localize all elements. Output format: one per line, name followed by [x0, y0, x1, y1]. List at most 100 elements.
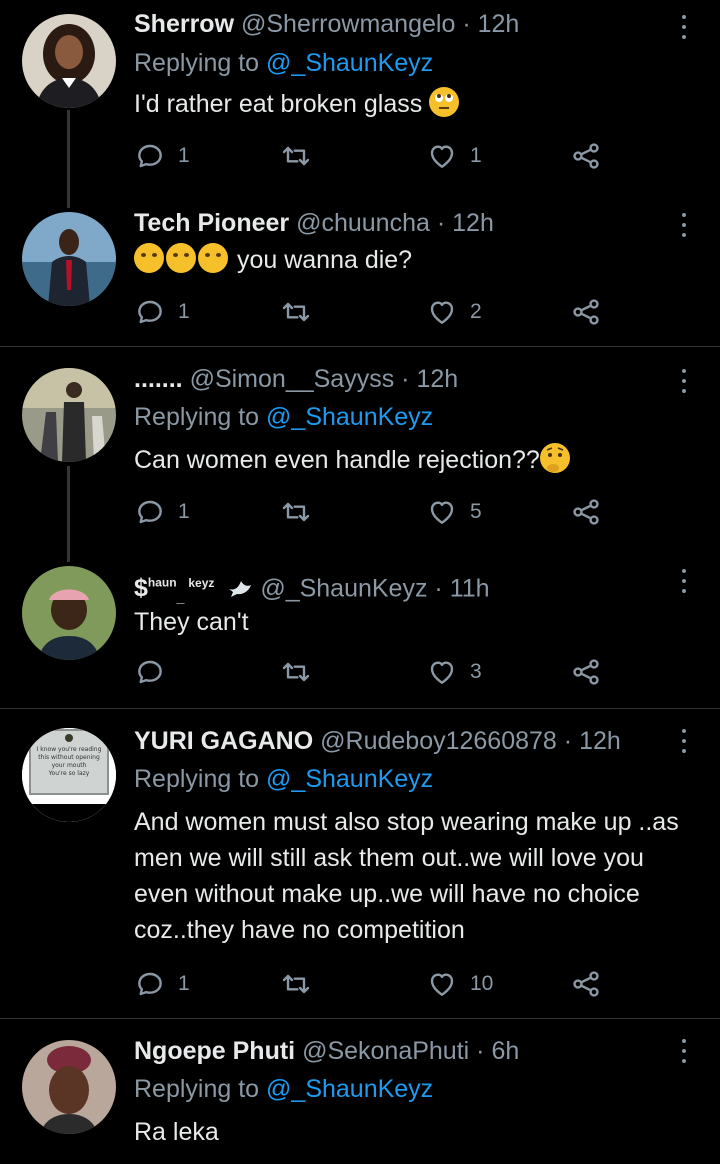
user-handle[interactable]: @chuuncha — [296, 209, 430, 237]
more-options-icon[interactable] — [670, 566, 698, 596]
like-icon — [426, 296, 458, 328]
share-button[interactable] — [570, 296, 602, 328]
tweet-text: you wanna die? — [134, 242, 704, 278]
tweet-separator — [0, 1018, 720, 1019]
mention-link[interactable]: @_ShaunKeyz — [266, 403, 433, 431]
reply-button[interactable]: 1 — [134, 296, 190, 328]
reply-button[interactable]: 1 — [134, 496, 190, 528]
more-options-icon[interactable] — [670, 726, 698, 756]
thinking-face-emoji — [539, 443, 570, 473]
more-options-icon[interactable] — [670, 12, 698, 42]
reply-button[interactable]: 1 — [134, 140, 190, 172]
like-icon — [426, 968, 458, 1000]
reply-count: 1 — [178, 144, 190, 167]
like-icon — [426, 496, 458, 528]
more-options-icon[interactable] — [670, 1036, 698, 1066]
display-name[interactable]: ....... — [134, 365, 183, 393]
display-name[interactable]: Ngoepe Phuti — [134, 1037, 295, 1065]
like-button[interactable]: 10 — [426, 968, 493, 1000]
like-count: 5 — [470, 500, 482, 523]
like-count: 10 — [470, 972, 494, 995]
tweet-actions: 1 5 — [134, 496, 614, 528]
share-button[interactable] — [570, 968, 602, 1000]
display-name[interactable]: $haun_keyz — [134, 574, 260, 605]
replying-to: Replying to @_ShaunKeyz — [134, 49, 434, 77]
more-options-icon[interactable] — [670, 210, 698, 240]
retweet-button[interactable] — [280, 496, 324, 528]
like-button[interactable]: 1 — [426, 140, 482, 172]
tweet-text: Can women even handle rejection?? — [134, 442, 704, 478]
timestamp[interactable]: 6h — [491, 1037, 519, 1065]
dove-emoji — [227, 575, 253, 599]
tweet-text: Ra leka — [134, 1118, 219, 1146]
reply-icon — [134, 140, 166, 172]
tweet-actions: 1 10 — [134, 968, 614, 1000]
timestamp[interactable]: 12h — [452, 209, 494, 237]
tweet-text: They can't — [134, 608, 249, 636]
avatar-sign-text: I know you're reading this without openi… — [36, 746, 102, 777]
avatar[interactable] — [22, 1040, 116, 1134]
reply-count: 1 — [178, 500, 190, 523]
tweet-text: And women must also stop wearing make up… — [134, 808, 679, 944]
reply-icon — [134, 496, 166, 528]
tweet-actions: 1 2 — [134, 296, 614, 328]
reply-icon — [134, 656, 166, 688]
share-icon — [570, 496, 602, 528]
timestamp[interactable]: 12h — [579, 727, 621, 755]
display-name[interactable]: YURI GAGANO — [134, 727, 313, 755]
user-handle[interactable]: @Simon__Sayyss — [190, 365, 395, 393]
reply-icon — [134, 296, 166, 328]
retweet-button[interactable] — [280, 968, 324, 1000]
user-handle[interactable]: @Sherrowmangelo — [241, 10, 455, 38]
like-button[interactable]: 5 — [426, 496, 482, 528]
thread-connector-line — [67, 466, 70, 562]
more-options-icon[interactable] — [670, 366, 698, 396]
like-count: 2 — [470, 300, 482, 323]
reply-icon — [134, 968, 166, 1000]
user-handle[interactable]: @SekonaPhuti — [302, 1037, 469, 1065]
replying-to: Replying to @_ShaunKeyz — [134, 403, 434, 431]
tweet-header: Sherrow @Sherrowmangelo · 12h — [134, 10, 520, 38]
tweet-header: Tech Pioneer @chuuncha · 12h — [134, 209, 494, 237]
retweet-button[interactable] — [280, 296, 324, 328]
avatar[interactable] — [22, 212, 116, 306]
tweet-separator — [0, 708, 720, 709]
timestamp[interactable]: 12h — [478, 10, 520, 38]
like-button[interactable]: 2 — [426, 296, 482, 328]
display-name[interactable]: Tech Pioneer — [134, 209, 289, 237]
tweet-text: I'd rather eat broken glass — [134, 86, 704, 122]
share-button[interactable] — [570, 496, 602, 528]
avatar[interactable] — [22, 566, 116, 660]
user-handle[interactable]: @_ShaunKeyz — [260, 574, 427, 602]
reply-button[interactable] — [134, 656, 178, 688]
rofl-emoji — [198, 243, 228, 273]
timestamp[interactable]: 11h — [450, 574, 490, 602]
retweet-button[interactable] — [280, 140, 324, 172]
avatar[interactable] — [22, 14, 116, 108]
share-button[interactable] — [570, 656, 602, 688]
mention-link[interactable]: @_ShaunKeyz — [266, 49, 433, 77]
mention-link[interactable]: @_ShaunKeyz — [266, 1075, 433, 1103]
like-button[interactable]: 3 — [426, 656, 482, 688]
avatar[interactable]: I know you're reading this without openi… — [22, 728, 116, 822]
tweet-actions: 3 — [134, 656, 614, 688]
share-button[interactable] — [570, 140, 602, 172]
timestamp[interactable]: 12h — [416, 365, 458, 393]
rofl-emoji — [166, 243, 196, 273]
reply-button[interactable]: 1 — [134, 968, 190, 1000]
share-icon — [570, 968, 602, 1000]
like-icon — [426, 140, 458, 172]
display-name[interactable]: Sherrow — [134, 10, 234, 38]
like-count: 3 — [470, 660, 482, 683]
user-handle[interactable]: @Rudeboy12660878 — [320, 727, 557, 755]
tweet-header: Ngoepe Phuti @SekonaPhuti · 6h — [134, 1037, 520, 1065]
retweet-button[interactable] — [280, 656, 324, 688]
tweet-header: ....... @Simon__Sayyss · 12h — [134, 365, 459, 393]
avatar[interactable] — [22, 368, 116, 462]
retweet-icon — [280, 140, 312, 172]
replying-to: Replying to @_ShaunKeyz — [134, 1075, 434, 1103]
retweet-icon — [280, 496, 312, 528]
retweet-icon — [280, 968, 312, 1000]
reply-count: 1 — [178, 972, 190, 995]
mention-link[interactable]: @_ShaunKeyz — [266, 765, 433, 793]
